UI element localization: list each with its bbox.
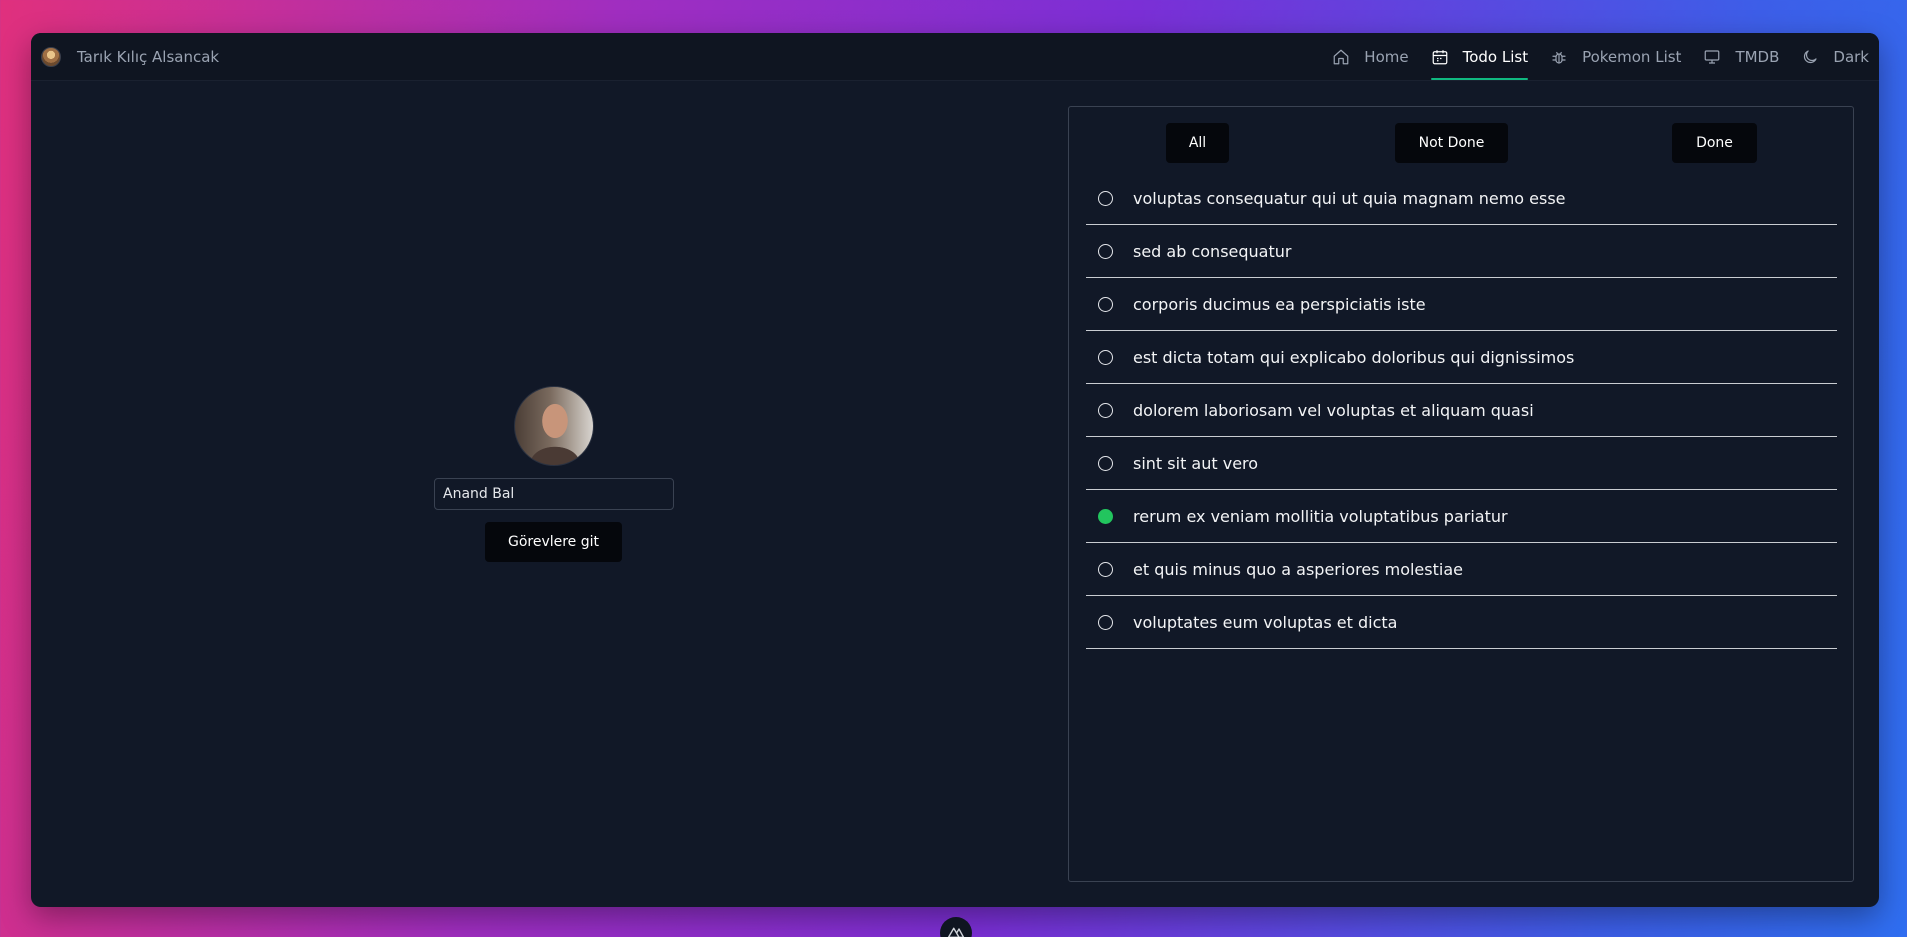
moon-icon	[1801, 48, 1819, 66]
todo-title: corporis ducimus ea perspiciatis iste	[1133, 294, 1426, 314]
todo-item[interactable]: sint sit aut vero	[1086, 437, 1837, 490]
theme-toggle[interactable]: Dark	[1801, 33, 1869, 81]
todo-item[interactable]: rerum ex veniam mollitia voluptatibus pa…	[1086, 490, 1837, 543]
filter-done-button[interactable]: Done	[1672, 123, 1757, 163]
brand[interactable]: Tarık Kılıç Alsancak	[41, 33, 219, 81]
nav-label-pokemon-list: Pokemon List	[1582, 48, 1682, 66]
nav-item-pokemon-list[interactable]: Pokemon List	[1550, 33, 1681, 81]
profile-avatar	[514, 386, 594, 466]
nav-item-todo-list[interactable]: Todo List	[1430, 33, 1529, 81]
todo-status-radio[interactable]	[1098, 243, 1113, 259]
nav-item-home[interactable]: Home	[1332, 33, 1409, 81]
todo-item[interactable]: corporis ducimus ea perspiciatis iste	[1086, 278, 1837, 331]
todo-item[interactable]: voluptas consequatur qui ut quia magnam …	[1086, 172, 1837, 225]
go-to-tasks-button[interactable]: Görevlere git	[485, 522, 622, 562]
todo-item[interactable]: est dicta totam qui explicabo doloribus …	[1086, 331, 1837, 384]
todo-title: dolorem laboriosam vel voluptas et aliqu…	[1133, 400, 1534, 420]
nav-label-home: Home	[1364, 48, 1409, 66]
brand-name: Tarık Kılıç Alsancak	[77, 48, 220, 66]
todo-title: voluptas consequatur qui ut quia magnam …	[1133, 188, 1566, 208]
todo-status-radio[interactable]	[1098, 402, 1113, 418]
todo-status-radio[interactable]	[1098, 349, 1113, 365]
todo-title: sint sit aut vero	[1133, 453, 1259, 473]
todo-title: voluptates eum voluptas et dicta	[1133, 612, 1398, 632]
todo-status-radio[interactable]	[1098, 296, 1113, 312]
main-nav: Home Todo List Pokemon List TMDB Dark	[1332, 33, 1869, 81]
todo-panel: All Not Done Done voluptas consequatur q…	[1068, 106, 1854, 882]
nuxt-logo-icon	[947, 923, 965, 937]
brand-avatar	[41, 47, 61, 67]
todo-item[interactable]: dolorem laboriosam vel voluptas et aliqu…	[1086, 384, 1837, 437]
nav-label-tmdb: TMDB	[1735, 48, 1780, 66]
todo-status-radio[interactable]	[1098, 614, 1113, 630]
todo-title: est dicta totam qui explicabo doloribus …	[1133, 347, 1575, 367]
nav-label-todo-list: Todo List	[1462, 48, 1529, 66]
todo-title: sed ab consequatur	[1133, 241, 1292, 261]
todo-title: et quis minus quo a asperiores molestiae	[1133, 559, 1463, 579]
todo-list: voluptas consequatur qui ut quia magnam …	[1086, 172, 1837, 649]
todo-status-radio[interactable]	[1098, 190, 1113, 206]
todo-item[interactable]: sed ab consequatur	[1086, 225, 1837, 278]
home-icon	[1332, 48, 1350, 66]
nav-label-dark: Dark	[1833, 48, 1869, 66]
todo-item[interactable]: et quis minus quo a asperiores molestiae	[1086, 543, 1837, 596]
nuxt-devtools-button[interactable]	[940, 917, 972, 937]
todo-status-radio[interactable]	[1098, 455, 1113, 471]
filter-not-done-button[interactable]: Not Done	[1395, 123, 1508, 163]
name-input[interactable]	[434, 478, 674, 510]
todo-status-radio-checked[interactable]	[1098, 508, 1113, 524]
todo-item[interactable]: voluptates eum voluptas et dicta	[1086, 596, 1837, 649]
todo-status-radio[interactable]	[1098, 561, 1113, 577]
calendar-icon	[1431, 48, 1449, 66]
app-window: Tarık Kılıç Alsancak Home Todo List Poke…	[31, 33, 1879, 907]
bug-icon	[1550, 48, 1568, 66]
todo-title: rerum ex veniam mollitia voluptatibus pa…	[1133, 506, 1508, 526]
nav-item-tmdb[interactable]: TMDB	[1703, 33, 1779, 81]
top-navbar: Tarık Kılıç Alsancak Home Todo List Poke…	[31, 33, 1879, 81]
monitor-icon	[1703, 48, 1721, 66]
filter-all-button[interactable]: All	[1166, 123, 1229, 163]
